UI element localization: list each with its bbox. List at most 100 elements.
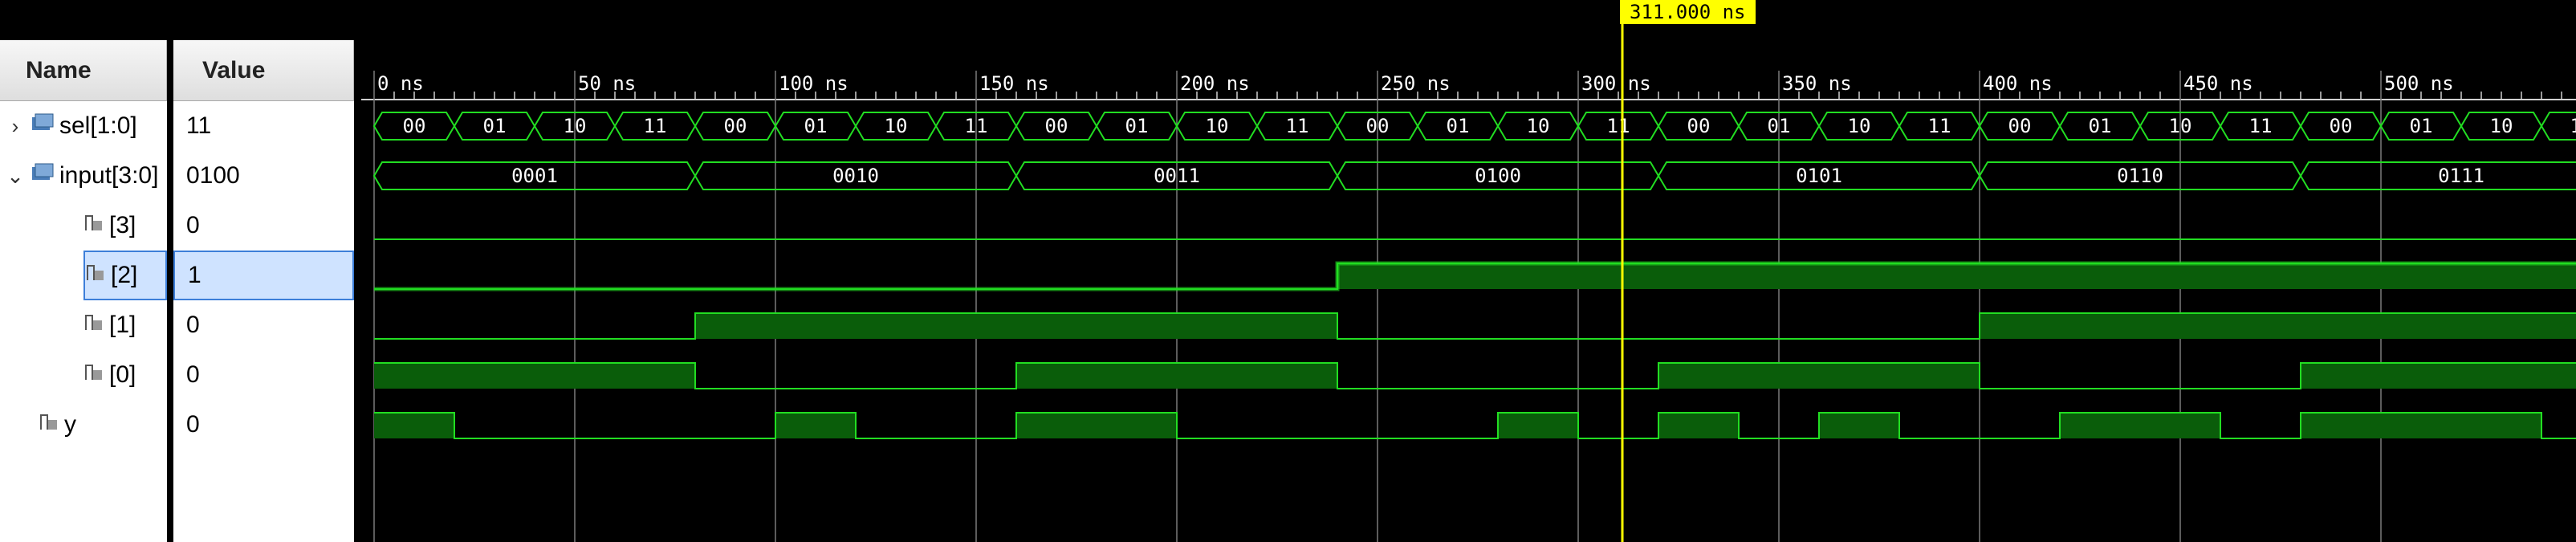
signal-value: 0100: [186, 162, 240, 189]
input-0-high-fill: [1658, 363, 1980, 389]
y-high-fill: [1498, 413, 1578, 438]
time-tick-label: 100 ns: [779, 72, 848, 95]
signal-value: 0: [186, 411, 200, 438]
bit-signal-icon: [83, 211, 104, 240]
expand-arrow-icon[interactable]: ›: [5, 114, 26, 139]
sel-bus-value-label: 01: [1768, 115, 1791, 137]
input-0-high-fill: [1016, 363, 1337, 389]
sel-bus-value-label: 01: [2410, 115, 2433, 137]
y-high-fill: [374, 413, 454, 438]
sel-bus-value-label: 01: [483, 115, 507, 137]
waveform-viewer: Name Value › sel[1:0] 11 ⌄ input[3:0] 01…: [0, 0, 2576, 542]
input-bus-value-label: 0111: [2438, 165, 2484, 187]
signal-row-input-3[interactable]: [3] 0: [0, 201, 354, 251]
time-tick-label: 150 ns: [979, 72, 1049, 95]
sel-bus-value-label: 11: [2570, 115, 2576, 137]
time-tick-label: 200 ns: [1180, 72, 1250, 95]
signal-row-input-1[interactable]: [1] 0: [0, 300, 354, 350]
signal-row-sel[interactable]: › sel[1:0] 11: [0, 101, 354, 151]
input-bus-value-label: 0010: [832, 165, 879, 187]
sel-bus-value-label: 11: [1286, 115, 1309, 137]
sel-bus-value-label: 11: [2249, 115, 2273, 137]
input-bus-value-label: 0101: [1796, 165, 1842, 187]
bus-signal-icon: [31, 112, 55, 140]
bit-signal-icon: [85, 261, 106, 290]
sel-bus-value-label: 01: [2089, 115, 2112, 137]
input-bus-value-label: 0011: [1154, 165, 1200, 187]
y-high-fill: [2301, 413, 2541, 438]
sel-bus-value-label: 00: [2330, 115, 2353, 137]
signal-name-cell: [2]: [83, 251, 167, 300]
y-high-fill: [1819, 413, 1899, 438]
sel-bus-value-label: 00: [403, 115, 426, 137]
signal-row-input-2[interactable]: [2] 1: [0, 251, 354, 300]
signal-row-input[interactable]: ⌄ input[3:0] 0100: [0, 151, 354, 201]
signal-value: 11: [186, 112, 212, 139]
sel-bus-value-label: 01: [1125, 115, 1149, 137]
signal-name-cell: [0]: [83, 350, 167, 400]
time-tick-label: 50 ns: [578, 72, 636, 95]
y-high-fill: [1016, 413, 1177, 438]
sel-bus-value-label: 10: [564, 115, 587, 137]
waveform-canvas: 0 ns 50 ns 100 ns 150 ns 200 ns 250 ns 300 ns 3…: [361, 0, 2576, 542]
input-bus-value-label: 0001: [511, 165, 558, 187]
y-trace: [374, 412, 2576, 439]
cursor-time-label[interactable]: 311.000 ns: [1620, 0, 1756, 24]
time-tick-label: 0 ns: [377, 72, 424, 95]
signal-value: 0: [186, 212, 200, 238]
signal-name: y: [64, 411, 76, 438]
y-high-fill: [2060, 413, 2220, 438]
bit-signal-icon: [83, 311, 104, 340]
sel-bus-value-label: 01: [1447, 115, 1470, 137]
name-column-header[interactable]: Name: [0, 40, 167, 101]
time-tick-label: 500 ns: [2384, 72, 2454, 95]
sel-bus-value-label: 10: [885, 115, 908, 137]
input-bus-value-label: 0110: [2117, 165, 2163, 187]
panel-toolbar-area: [0, 0, 361, 40]
value-column-header[interactable]: Value: [173, 40, 354, 101]
signal-name: [2]: [111, 262, 138, 288]
y-high-fill: [775, 413, 856, 438]
signal-name-cell: ⌄ input[3:0]: [5, 151, 167, 201]
signal-name: [3]: [109, 212, 136, 238]
time-tick-label: 250 ns: [1381, 72, 1451, 95]
signal-value: 1: [173, 251, 354, 300]
sel-bus-value-label: 10: [1206, 115, 1229, 137]
signal-name-cell: [1]: [83, 300, 167, 350]
sel-bus-value-label: 00: [1045, 115, 1068, 137]
signal-name: sel[1:0]: [59, 112, 137, 139]
sel-bus-value-label: 00: [724, 115, 747, 137]
sel-bus-value-label: 11: [1607, 115, 1630, 137]
signal-name: input[3:0]: [59, 162, 159, 189]
signal-value: 0: [186, 312, 200, 338]
sel-bus-value-label: 11: [644, 115, 667, 137]
sel-bus-value-label: 00: [1687, 115, 1711, 137]
input-1-high-fill: [695, 313, 1337, 339]
collapse-arrow-icon[interactable]: ⌄: [5, 164, 26, 189]
signal-row-y[interactable]: y 0: [0, 400, 354, 450]
input-2-high-fill: [1337, 263, 2576, 289]
bit-signal-icon: [83, 361, 104, 389]
time-tick-label: 450 ns: [2183, 72, 2253, 95]
signal-name-cell: [3]: [83, 201, 167, 251]
bit-signal-icon: [39, 410, 59, 439]
sel-bus-value-label: 10: [2490, 115, 2513, 137]
waveform-area[interactable]: 0 ns 50 ns 100 ns 150 ns 200 ns 250 ns 300 ns 3…: [361, 0, 2576, 542]
signal-row-input-0[interactable]: [0] 0: [0, 350, 354, 400]
signal-name: [1]: [109, 312, 136, 338]
time-tick-label: 300 ns: [1581, 72, 1651, 95]
bus-signal-icon: [31, 162, 55, 189]
sel-bus-value-label: 00: [1366, 115, 1390, 137]
sel-bus-value-label: 11: [1928, 115, 1951, 137]
input-0-high-fill: [2301, 363, 2576, 389]
signal-name-cell: y: [39, 400, 167, 450]
time-tick-label: 350 ns: [1782, 72, 1852, 95]
panel-splitter[interactable]: [354, 0, 361, 542]
sel-bus-value-label: 10: [1527, 115, 1550, 137]
sel-bus-value-label: 00: [2008, 115, 2032, 137]
sel-bus-value-label: 11: [965, 115, 988, 137]
signal-name-cell: › sel[1:0]: [5, 101, 167, 151]
signal-panel: Name Value › sel[1:0] 11 ⌄ input[3:0] 01…: [0, 0, 361, 542]
time-tick-label: 400 ns: [1983, 72, 2053, 95]
input-0-high-fill: [374, 363, 695, 389]
